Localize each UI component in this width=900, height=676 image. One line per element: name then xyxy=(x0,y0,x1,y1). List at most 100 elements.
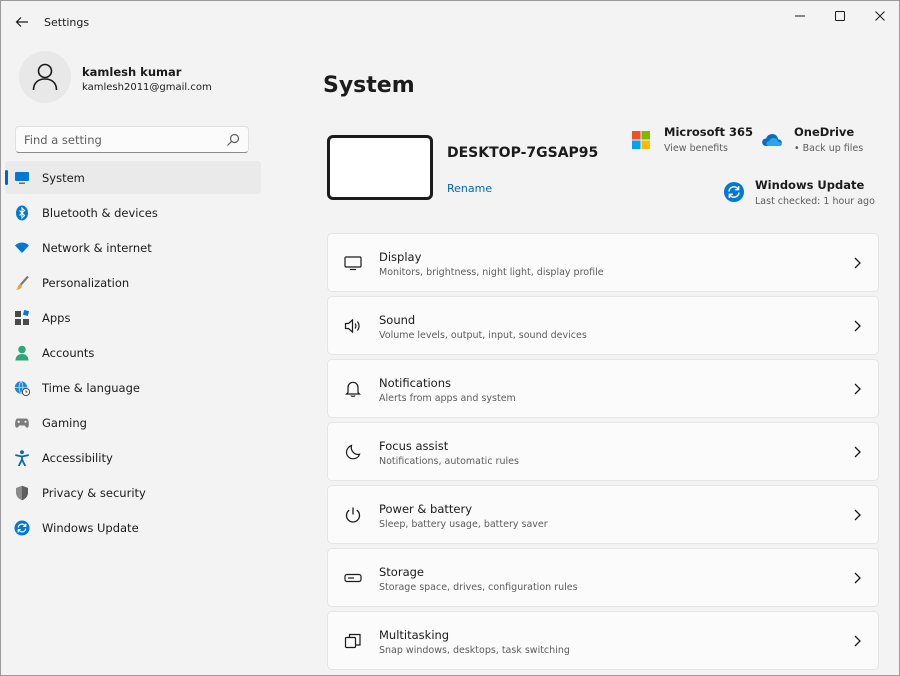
display-icon xyxy=(344,254,362,272)
back-button[interactable] xyxy=(11,11,33,33)
rename-link[interactable]: Rename xyxy=(447,182,492,195)
card-title: Power & battery xyxy=(379,502,473,516)
sidebar-item-network-internet[interactable]: Network & internet xyxy=(5,231,261,264)
device-thumbnail xyxy=(327,135,433,200)
quick-link-title: OneDrive xyxy=(794,125,855,139)
storage-icon xyxy=(344,569,362,587)
close-icon xyxy=(875,11,885,21)
title-bar: Settings xyxy=(1,1,899,45)
card-title: Notifications xyxy=(379,376,451,390)
quick-link-subtitle: • Back up files xyxy=(794,143,864,154)
sidebar-item-label: Personalization xyxy=(42,276,130,290)
card-subtitle: Storage space, drives, configuration rul… xyxy=(379,582,578,593)
card-subtitle: Snap windows, desktops, task switching xyxy=(379,645,570,656)
sidebar-nav: System Bluetooth & devices Network & int… xyxy=(5,161,261,546)
wifi-icon xyxy=(14,240,30,256)
person-icon xyxy=(14,345,30,361)
microsoft-logo-icon xyxy=(632,131,650,149)
back-arrow-icon xyxy=(15,17,28,27)
moon-icon xyxy=(344,443,362,461)
sidebar-item-label: Network & internet xyxy=(42,241,152,255)
focus-assist-settings-card[interactable]: Focus assist Notifications, automatic ru… xyxy=(327,422,879,481)
sidebar-item-system[interactable]: System xyxy=(5,161,261,194)
microsoft-365-link[interactable]: Microsoft 365 View benefits xyxy=(630,125,760,161)
multitasking-icon xyxy=(344,632,362,650)
sidebar-item-accounts[interactable]: Accounts xyxy=(5,336,261,369)
notifications-settings-card[interactable]: Notifications Alerts from apps and syste… xyxy=(327,359,879,418)
accessibility-icon xyxy=(14,450,30,466)
update-icon xyxy=(14,520,30,536)
settings-list: Display Monitors, brightness, night ligh… xyxy=(327,233,879,674)
card-subtitle: Volume levels, output, input, sound devi… xyxy=(379,330,587,341)
update-icon xyxy=(724,182,744,202)
speaker-icon xyxy=(344,317,362,335)
sidebar-item-personalization[interactable]: Personalization xyxy=(5,266,261,299)
card-title: Storage xyxy=(379,565,424,579)
card-subtitle: Monitors, brightness, night light, displ… xyxy=(379,267,604,278)
page-title: System xyxy=(323,73,415,98)
card-subtitle: Notifications, automatic rules xyxy=(379,456,519,467)
sidebar-item-label: System xyxy=(42,171,85,185)
quick-link-subtitle: Last checked: 1 hour ago xyxy=(755,196,875,207)
sidebar-item-label: Windows Update xyxy=(42,521,139,535)
minimize-button[interactable] xyxy=(785,5,815,27)
shield-icon xyxy=(14,485,30,501)
chevron-right-icon xyxy=(854,509,861,521)
sidebar-item-label: Accessibility xyxy=(42,451,113,465)
settings-window: Settings kamlesh kumar kamlesh2011@gmail… xyxy=(0,0,900,676)
sidebar-item-label: Privacy & security xyxy=(42,486,146,500)
sound-settings-card[interactable]: Sound Volume levels, output, input, soun… xyxy=(327,296,879,355)
app-title: Settings xyxy=(44,16,90,29)
multitasking-settings-card[interactable]: Multitasking Snap windows, desktops, tas… xyxy=(327,611,879,670)
sidebar-item-time-language[interactable]: Time & language xyxy=(5,371,261,404)
storage-settings-card[interactable]: Storage Storage space, drives, configura… xyxy=(327,548,879,607)
display-settings-card[interactable]: Display Monitors, brightness, night ligh… xyxy=(327,233,879,292)
close-button[interactable] xyxy=(865,5,895,27)
card-subtitle: Alerts from apps and system xyxy=(379,393,516,404)
power-icon xyxy=(344,506,362,524)
apps-icon xyxy=(14,310,30,326)
chevron-right-icon xyxy=(854,572,861,584)
card-subtitle: Sleep, battery usage, battery saver xyxy=(379,519,548,530)
user-name: kamlesh kumar xyxy=(82,65,182,79)
brush-icon xyxy=(14,275,30,291)
quick-link-title: Microsoft 365 xyxy=(664,125,754,139)
chevron-right-icon xyxy=(854,635,861,647)
sidebar-item-privacy-security[interactable]: Privacy & security xyxy=(5,476,261,509)
user-profile[interactable]: kamlesh kumar kamlesh2011@gmail.com xyxy=(19,51,279,107)
monitor-icon xyxy=(14,170,30,186)
maximize-button[interactable] xyxy=(825,5,855,27)
search-icon[interactable] xyxy=(226,133,240,147)
quick-link-title: Windows Update xyxy=(755,178,865,192)
search-input[interactable] xyxy=(24,131,220,149)
bell-icon xyxy=(344,380,362,398)
search-box xyxy=(15,126,249,153)
minimize-icon xyxy=(795,15,805,17)
sidebar-item-label: Bluetooth & devices xyxy=(42,206,158,220)
sidebar-item-windows-update[interactable]: Windows Update xyxy=(5,511,261,544)
chevron-right-icon xyxy=(854,446,861,458)
chevron-right-icon xyxy=(854,257,861,269)
gamepad-icon xyxy=(14,415,30,431)
globe-clock-icon xyxy=(14,380,30,396)
card-title: Display xyxy=(379,250,422,264)
sidebar-item-gaming[interactable]: Gaming xyxy=(5,406,261,439)
sidebar-item-accessibility[interactable]: Accessibility xyxy=(5,441,261,474)
chevron-right-icon xyxy=(854,383,861,395)
bluetooth-icon xyxy=(14,205,30,221)
onedrive-link[interactable]: OneDrive • Back up files xyxy=(761,125,881,161)
card-title: Sound xyxy=(379,313,416,327)
sidebar-item-label: Time & language xyxy=(42,381,140,395)
maximize-icon xyxy=(835,11,845,21)
chevron-right-icon xyxy=(854,320,861,332)
avatar xyxy=(19,51,71,103)
power-battery-settings-card[interactable]: Power & battery Sleep, battery usage, ba… xyxy=(327,485,879,544)
card-title: Focus assist xyxy=(379,439,449,453)
person-icon xyxy=(32,63,58,91)
device-name: DESKTOP-7GSAP95 xyxy=(447,145,599,161)
sidebar-item-label: Gaming xyxy=(42,416,87,430)
card-title: Multitasking xyxy=(379,628,450,642)
sidebar-item-apps[interactable]: Apps xyxy=(5,301,261,334)
windows-update-link[interactable]: Windows Update Last checked: 1 hour ago xyxy=(723,178,883,214)
sidebar-item-bluetooth-devices[interactable]: Bluetooth & devices xyxy=(5,196,261,229)
